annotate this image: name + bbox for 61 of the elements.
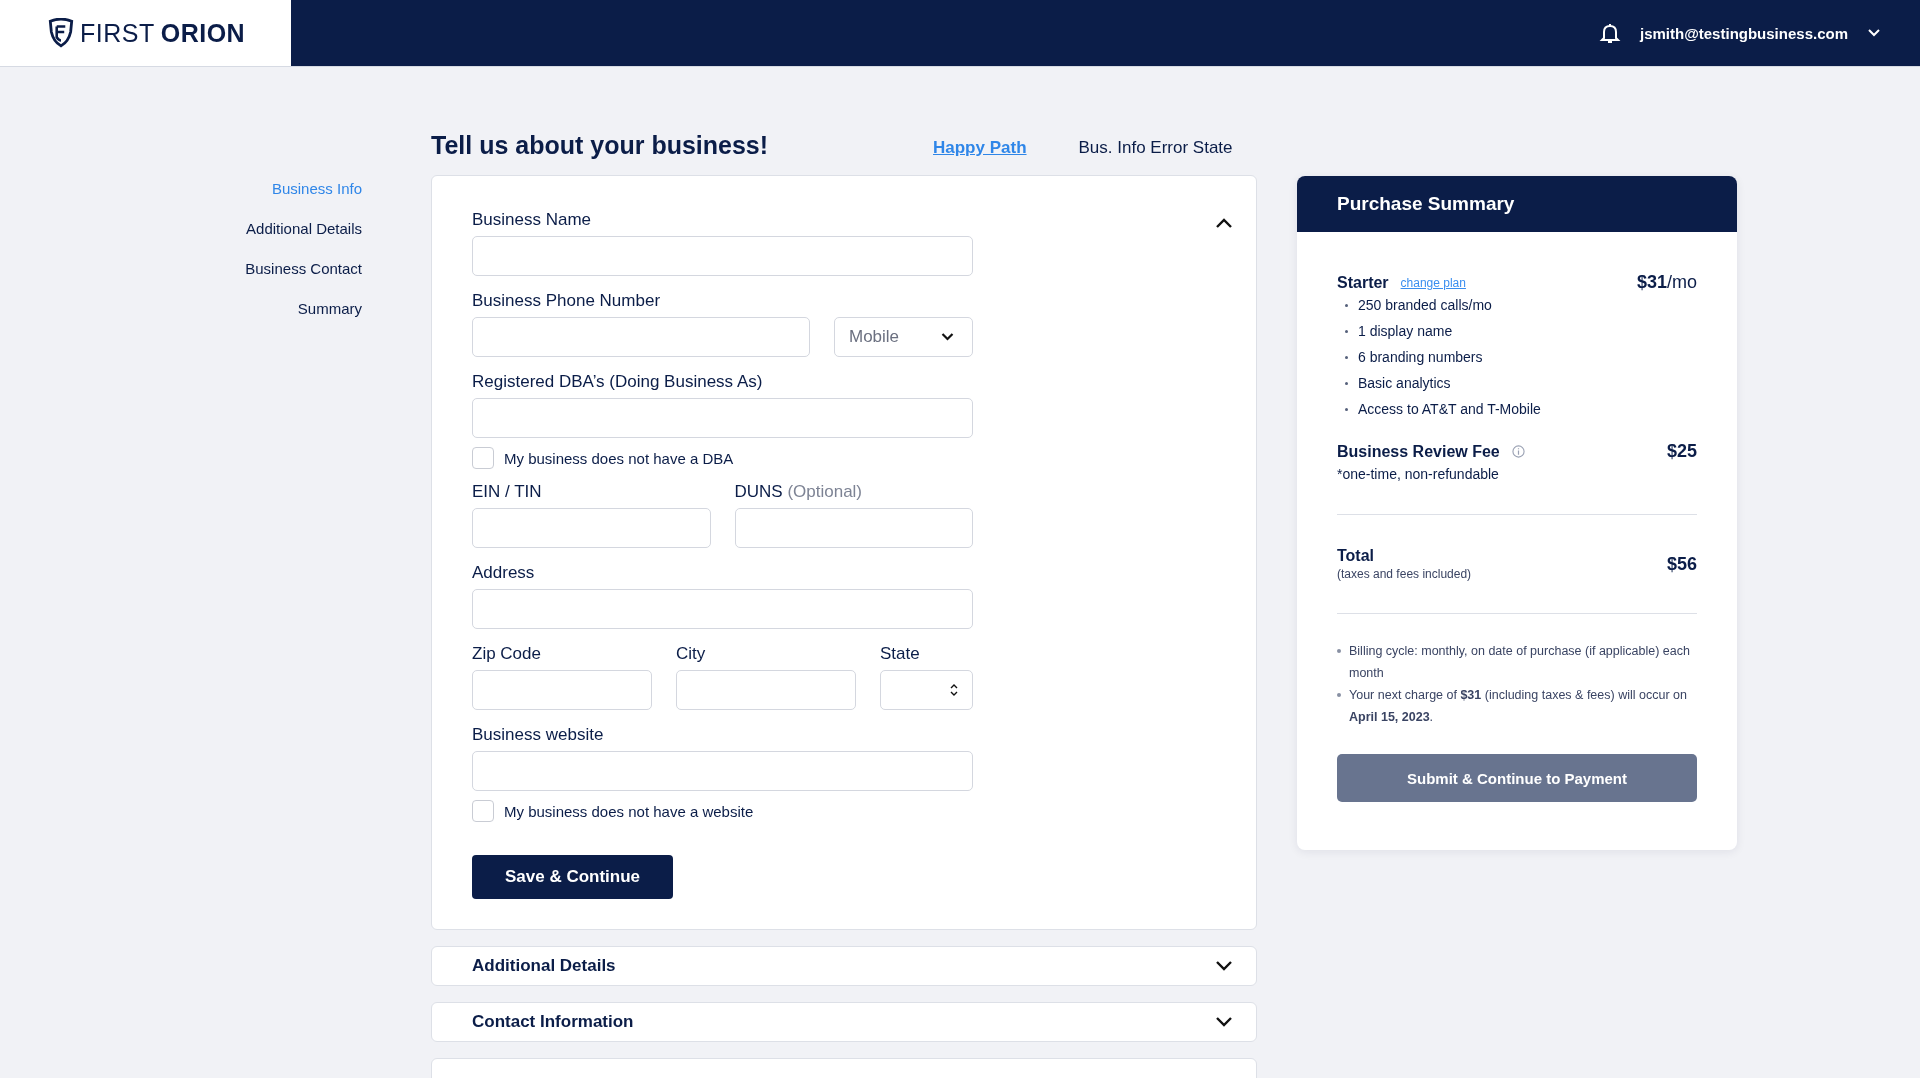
collapsed-section-card[interactable]: Contact Information — [431, 1002, 1257, 1042]
text-field[interactable] — [472, 508, 711, 548]
step-link[interactable]: Additional Details — [246, 219, 362, 239]
state-dropdown[interactable] — [880, 670, 973, 710]
section-title: Additional Details — [472, 956, 616, 976]
text-field[interactable] — [676, 670, 856, 710]
page-title: Tell us about your business! — [431, 130, 770, 160]
notification-bell-icon[interactable] — [1598, 21, 1622, 45]
collapsed-section-card[interactable]: Additional Details — [431, 946, 1257, 986]
brand-logo-text: FIRST ORION — [80, 18, 246, 48]
plan-feature: Access to AT&T and T-Mobile — [1358, 401, 1541, 417]
field-label: Zip Code — [472, 644, 542, 664]
total-label: Total — [1337, 547, 1376, 565]
summary-title: Purchase Summary — [1337, 193, 1515, 215]
step-link[interactable]: Summary — [297, 299, 362, 319]
field-label: Business Name — [472, 210, 593, 230]
total-note: (taxes and fees included) — [1337, 567, 1472, 581]
user-email[interactable]: jsmith@testingbusiness.com — [1640, 24, 1848, 42]
chevron-icon[interactable] — [1216, 218, 1232, 228]
text-field[interactable] — [472, 236, 973, 276]
chevron-down-icon — [941, 333, 954, 341]
checkbox-label: My business does not have a website — [504, 802, 754, 820]
text-field[interactable] — [472, 670, 652, 710]
text-field[interactable] — [472, 589, 973, 629]
step-link[interactable]: Business Contact — [245, 259, 362, 279]
shield-logo-icon — [48, 18, 74, 48]
field-label: City — [676, 644, 707, 664]
checkbox-label: My business does not have a DBA — [504, 449, 734, 467]
field-label: Business website — [472, 725, 605, 745]
plan-feature: 1 display name — [1358, 323, 1453, 339]
fee-label: Business Review Fee — [1337, 442, 1500, 461]
up-down-caret-icon — [950, 684, 958, 696]
text-field[interactable] — [472, 751, 973, 791]
checkbox[interactable] — [472, 800, 494, 822]
error-state-label[interactable]: Bus. Info Error State — [1078, 138, 1233, 158]
info-icon[interactable] — [1511, 445, 1525, 458]
field-label: DUNS (Optional) — [734, 482, 864, 502]
field-label: Business Phone Number — [472, 291, 662, 311]
fee-price: $25 — [1666, 441, 1697, 462]
text-field[interactable] — [472, 398, 973, 438]
field-label: Registered DBA’s (Doing Business As) — [472, 372, 764, 392]
billing-note: Billing cycle: monthly, on date of purchase (if applicable) each month — [1349, 643, 1691, 682]
plan-feature: 6 branding numbers — [1358, 349, 1483, 365]
phone-type-dropdown[interactable]: Mobile — [834, 317, 973, 357]
plan-price: $31/mo — [1636, 272, 1697, 293]
text-field[interactable] — [734, 508, 973, 548]
checkbox[interactable] — [472, 447, 494, 469]
plan-name: Starter — [1337, 273, 1389, 292]
plan-feature: 250 branded calls/mo — [1358, 297, 1492, 313]
field-label: State — [880, 644, 921, 664]
section-title: Contact Information — [472, 1012, 634, 1032]
text-field[interactable] — [472, 317, 810, 357]
chevron-down-icon[interactable] — [1216, 1017, 1232, 1027]
plan-feature: Basic analytics — [1358, 375, 1451, 391]
fee-note: *one-time, non-refundable — [1337, 466, 1500, 482]
field-label: Address — [472, 563, 536, 583]
total-price: $56 — [1666, 553, 1697, 575]
chevron-down-icon[interactable] — [1216, 961, 1232, 971]
save-continue-button[interactable]: Save & Continue — [472, 855, 673, 899]
field-label: EIN / TIN — [472, 482, 543, 502]
billing-note: Your next charge of $31 (including taxes & fees) will occur on April 15, 2023. — [1349, 687, 1688, 726]
